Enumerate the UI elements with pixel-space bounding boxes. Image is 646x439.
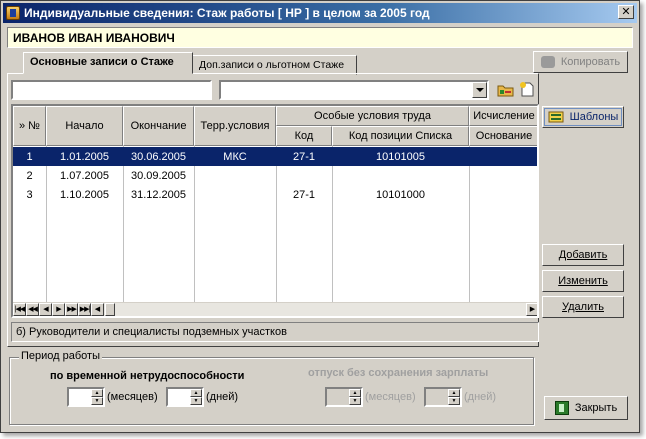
cell-start: 1.10.2005 bbox=[60, 188, 109, 201]
cell-end: 30.06.2005 bbox=[130, 150, 187, 163]
table-row[interactable]: 2 1.07.2005 30.09.2005 bbox=[13, 166, 537, 185]
cell-start: 1.07.2005 bbox=[60, 169, 109, 182]
close-button[interactable]: Закрыть bbox=[544, 396, 628, 420]
add-button-label: Добавить bbox=[558, 249, 608, 261]
nav-first-button[interactable]: |◀◀ bbox=[13, 302, 26, 316]
col-header-basis[interactable]: Основание bbox=[469, 126, 537, 146]
folder-add-icon[interactable] bbox=[497, 82, 515, 98]
col-header-terr[interactable]: Терр.условия bbox=[194, 106, 276, 146]
period-group-legend: Период работы bbox=[19, 350, 102, 362]
add-button[interactable]: Добавить bbox=[542, 244, 624, 266]
cell-basis bbox=[469, 147, 537, 166]
grid-navigator: |◀◀ ◀◀ ◀ ▶ ▶▶ ▶▶| ◀ ▶ bbox=[13, 302, 537, 316]
cell-code: 27-1 bbox=[292, 188, 316, 201]
info-line: б) Руководители и специалисты подземных … bbox=[11, 322, 539, 342]
cell-basis bbox=[469, 166, 537, 185]
sick-days-spinner[interactable]: ▲ ▼ bbox=[166, 387, 204, 407]
col-header-start[interactable]: Начало bbox=[46, 106, 123, 146]
unpaid-days-spinner: ▲ ▼ bbox=[424, 387, 462, 407]
filter-select[interactable] bbox=[219, 80, 489, 100]
new-document-icon[interactable] bbox=[518, 81, 536, 97]
scroll-right-icon[interactable]: ▶ bbox=[526, 302, 537, 316]
templates-button-label: Шаблоны bbox=[569, 111, 619, 123]
person-name: ИВАНОВ ИВАН ИВАНОВИЧ bbox=[7, 27, 633, 48]
edit-button[interactable]: Изменить bbox=[542, 270, 624, 292]
cell-terr bbox=[194, 185, 276, 204]
table-row[interactable]: 1 1.01.2005 30.06.2005 МКС 27-1 10101005 bbox=[13, 147, 537, 166]
col-group-special-conditions: Особые условия труда bbox=[276, 106, 469, 126]
spin-up-icon: ▲ bbox=[448, 389, 460, 397]
templates-icon bbox=[548, 111, 564, 123]
cell-basis bbox=[469, 185, 537, 204]
spin-up-icon[interactable]: ▲ bbox=[91, 389, 103, 397]
cell-position-code: 10101000 bbox=[376, 188, 425, 201]
col-header-end[interactable]: Окончание bbox=[123, 106, 194, 146]
window-title: Индивидуальные сведения: Стаж работы [ Н… bbox=[24, 6, 430, 20]
sick-months-spinner[interactable]: ▲ ▼ bbox=[67, 387, 105, 407]
cell-end: 31.12.2005 bbox=[130, 188, 187, 201]
cell-terr: МКС bbox=[223, 150, 247, 163]
delete-button-label: Удалить bbox=[562, 301, 604, 313]
cell-position-code: 10101005 bbox=[376, 150, 425, 163]
dialog-window: Индивидуальные сведения: Стаж работы [ Н… bbox=[0, 0, 640, 433]
exit-door-icon bbox=[554, 401, 569, 415]
days-unit: (дней) bbox=[464, 391, 497, 403]
scroll-left-icon[interactable]: ◀ bbox=[91, 302, 104, 316]
months-unit: (месяцев) bbox=[107, 391, 158, 403]
cell-position-code bbox=[332, 166, 469, 185]
copy-button-label: Копировать bbox=[560, 56, 621, 68]
spin-down-icon[interactable]: ▼ bbox=[91, 397, 103, 405]
scroll-thumb[interactable] bbox=[105, 302, 115, 316]
edit-button-label: Изменить bbox=[558, 275, 608, 287]
copy-button[interactable]: Копировать bbox=[533, 51, 628, 73]
app-icon bbox=[6, 6, 20, 20]
nav-next-page-button[interactable]: ▶▶ bbox=[65, 302, 78, 316]
spin-up-icon[interactable]: ▲ bbox=[190, 389, 202, 397]
close-window-button[interactable]: ✕ bbox=[618, 5, 634, 19]
cell-terr bbox=[194, 166, 276, 185]
nav-prev-page-button[interactable]: ◀◀ bbox=[26, 302, 39, 316]
close-button-label: Закрыть bbox=[574, 402, 618, 414]
cell-num: 3 bbox=[26, 188, 33, 201]
tab-main-records[interactable]: Основные записи о Стаже bbox=[23, 52, 193, 74]
col-group-calculation: Исчисление bbox=[469, 106, 537, 126]
nav-last-button[interactable]: ▶▶| bbox=[78, 302, 91, 316]
cell-num: 2 bbox=[26, 169, 33, 182]
cell-num: 1 bbox=[26, 150, 33, 163]
delete-button[interactable]: Удалить bbox=[542, 296, 624, 318]
spin-down-icon[interactable]: ▼ bbox=[190, 397, 202, 405]
cell-code bbox=[276, 166, 332, 185]
months-unit: (месяцев) bbox=[365, 391, 416, 403]
days-unit: (дней) bbox=[206, 391, 239, 403]
nav-next-button[interactable]: ▶ bbox=[52, 302, 65, 316]
cell-end: 30.09.2005 bbox=[130, 169, 187, 182]
unpaid-leave-label: отпуск без сохранения зарплаты bbox=[308, 367, 489, 379]
cell-start: 1.01.2005 bbox=[60, 150, 109, 163]
search-input[interactable] bbox=[11, 80, 212, 100]
table-row[interactable]: 3 1.10.2005 31.12.2005 27-1 10101000 bbox=[13, 185, 537, 204]
templates-button[interactable]: Шаблоны bbox=[542, 106, 624, 128]
dropdown-arrow-icon[interactable] bbox=[472, 82, 487, 98]
title-bar[interactable]: Индивидуальные сведения: Стаж работы [ Н… bbox=[3, 3, 637, 23]
records-grid[interactable]: » № Начало Окончание Терр.условия Особые… bbox=[11, 104, 539, 318]
col-header-code[interactable]: Код bbox=[276, 126, 332, 146]
tab-extra-records[interactable]: Доп.записи о льготном Стаже bbox=[193, 55, 357, 75]
col-header-num[interactable]: » № bbox=[13, 106, 46, 146]
spin-up-icon: ▲ bbox=[349, 389, 361, 397]
copy-icon bbox=[540, 56, 555, 68]
horizontal-scrollbar[interactable]: ◀ ▶ bbox=[91, 302, 537, 316]
col-header-position-code[interactable]: Код позиции Списка bbox=[332, 126, 469, 146]
sick-leave-label: по временной нетрудоспособности bbox=[50, 370, 245, 382]
cell-code: 27-1 bbox=[292, 150, 316, 163]
nav-prev-button[interactable]: ◀ bbox=[39, 302, 52, 316]
spin-down-icon: ▼ bbox=[448, 397, 460, 405]
spin-down-icon: ▼ bbox=[349, 397, 361, 405]
unpaid-months-spinner: ▲ ▼ bbox=[325, 387, 363, 407]
